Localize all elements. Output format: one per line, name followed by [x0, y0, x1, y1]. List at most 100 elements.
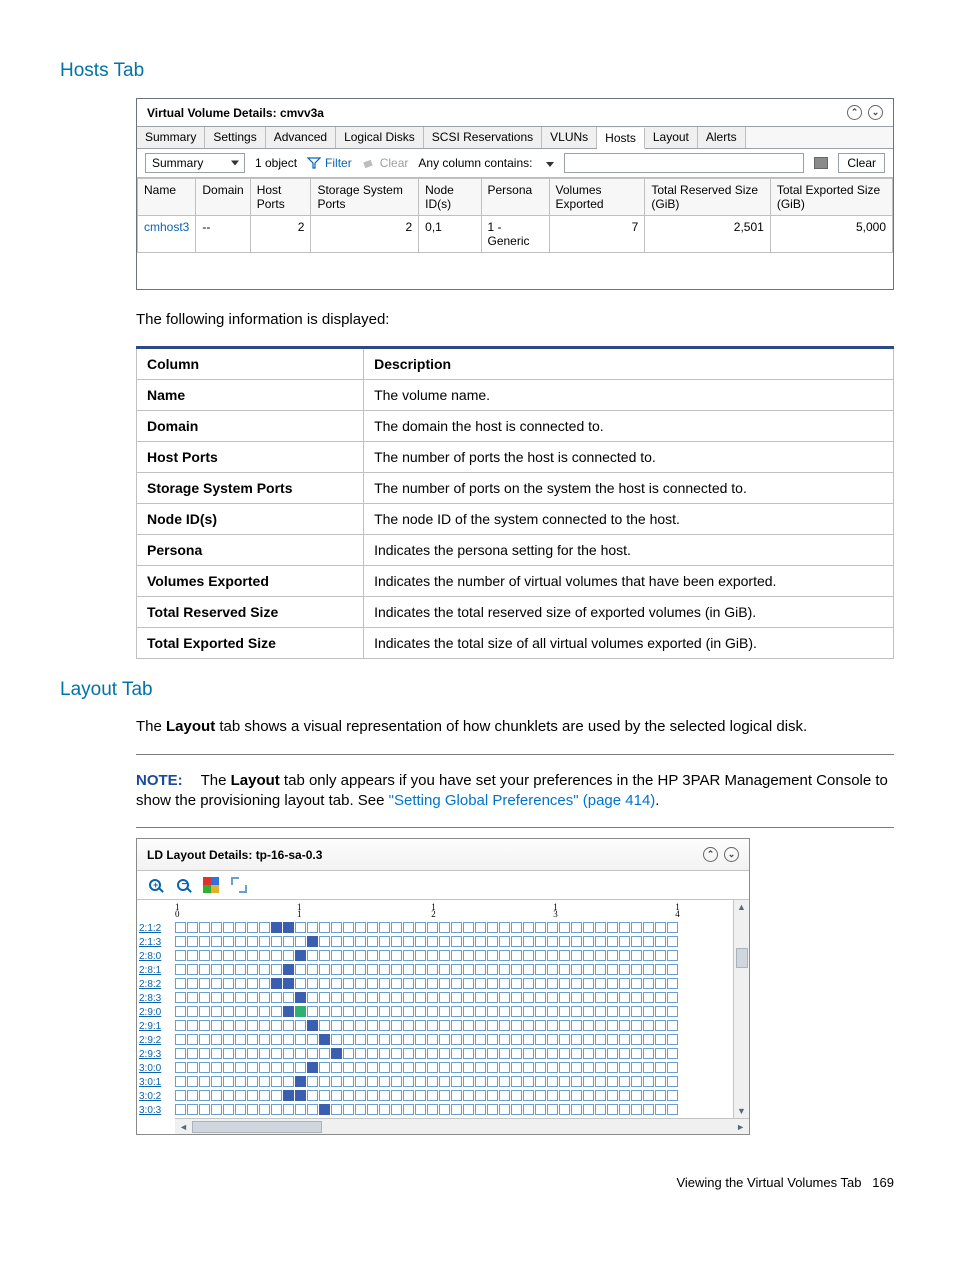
ld-cell[interactable] [415, 950, 426, 961]
ld-cell[interactable] [667, 1034, 678, 1045]
ld-cell[interactable] [355, 1048, 366, 1059]
ld-cell[interactable] [655, 964, 666, 975]
ld-cell[interactable] [379, 1020, 390, 1031]
ld-cell[interactable] [343, 964, 354, 975]
ld-row-label[interactable]: 3:0:3 [139, 1104, 175, 1118]
ld-cell[interactable] [367, 1034, 378, 1045]
ld-cell[interactable] [223, 1020, 234, 1031]
col-header[interactable]: Domain [196, 179, 250, 216]
ld-cell[interactable] [499, 950, 510, 961]
ld-cell[interactable] [451, 964, 462, 975]
ld-cell[interactable] [475, 978, 486, 989]
ld-cell[interactable] [355, 1020, 366, 1031]
ld-cell[interactable] [439, 1020, 450, 1031]
ld-cell[interactable] [427, 1006, 438, 1017]
ld-cell[interactable] [475, 1076, 486, 1087]
ld-cell[interactable] [307, 1020, 318, 1031]
ld-cell[interactable] [655, 1090, 666, 1101]
ld-cell[interactable] [307, 1090, 318, 1101]
ld-cell[interactable] [595, 1048, 606, 1059]
ld-cell[interactable] [463, 1006, 474, 1017]
ld-cell[interactable] [667, 922, 678, 933]
ld-cell[interactable] [403, 1076, 414, 1087]
ld-cell[interactable] [211, 992, 222, 1003]
ld-cell[interactable] [271, 1034, 282, 1045]
ld-cell[interactable] [415, 978, 426, 989]
ld-cell[interactable] [487, 1048, 498, 1059]
ld-cell[interactable] [607, 1062, 618, 1073]
ld-cell[interactable] [595, 1104, 606, 1115]
ld-cell[interactable] [571, 992, 582, 1003]
ld-cell[interactable] [463, 1020, 474, 1031]
ld-cell[interactable] [595, 1020, 606, 1031]
ld-cell[interactable] [595, 1062, 606, 1073]
ld-cell[interactable] [583, 1104, 594, 1115]
ld-cell[interactable] [247, 1006, 258, 1017]
ld-cell[interactable] [283, 936, 294, 947]
ld-cell[interactable] [655, 1048, 666, 1059]
ld-cell[interactable] [619, 992, 630, 1003]
ld-cell[interactable] [307, 922, 318, 933]
ld-cell[interactable] [355, 1034, 366, 1045]
ld-cell[interactable] [439, 936, 450, 947]
ld-cell[interactable] [451, 936, 462, 947]
ld-cell[interactable] [319, 1104, 330, 1115]
ld-cell[interactable] [583, 1062, 594, 1073]
ld-cell[interactable] [319, 992, 330, 1003]
ld-cell[interactable] [571, 922, 582, 933]
ld-cell[interactable] [571, 1104, 582, 1115]
ld-cell[interactable] [187, 1062, 198, 1073]
ld-cell[interactable] [259, 936, 270, 947]
ld-cell[interactable] [199, 978, 210, 989]
ld-cell[interactable] [439, 950, 450, 961]
ld-cell[interactable] [499, 1048, 510, 1059]
ld-cell[interactable] [235, 922, 246, 933]
tab-summary[interactable]: Summary [137, 127, 205, 148]
ld-cell[interactable] [631, 1062, 642, 1073]
ld-cell[interactable] [511, 936, 522, 947]
ld-cell[interactable] [331, 950, 342, 961]
ld-cell[interactable] [523, 1090, 534, 1101]
ld-cell[interactable] [451, 1104, 462, 1115]
col-header[interactable]: Total Exported Size (GiB) [770, 179, 892, 216]
ld-cell[interactable] [511, 1048, 522, 1059]
ld-cell[interactable] [331, 1062, 342, 1073]
view-dropdown[interactable]: Summary [145, 153, 245, 173]
ld-cell[interactable] [403, 1006, 414, 1017]
ld-cell[interactable] [295, 1090, 306, 1101]
ld-cell[interactable] [643, 1062, 654, 1073]
ld-cell[interactable] [391, 1048, 402, 1059]
ld-cell[interactable] [547, 1076, 558, 1087]
ld-cell[interactable] [319, 1020, 330, 1031]
ld-cell[interactable] [631, 1104, 642, 1115]
scroll-thumb[interactable] [192, 1121, 322, 1133]
ld-cell[interactable] [523, 1048, 534, 1059]
ld-cell[interactable] [547, 1034, 558, 1045]
ld-cell[interactable] [547, 922, 558, 933]
ld-cell[interactable] [559, 1104, 570, 1115]
ld-cell[interactable] [247, 978, 258, 989]
ld-cell[interactable] [439, 992, 450, 1003]
ld-cell[interactable] [463, 1104, 474, 1115]
ld-cell[interactable] [667, 1048, 678, 1059]
ld-cell[interactable] [247, 936, 258, 947]
ld-cell[interactable] [607, 992, 618, 1003]
ld-cell[interactable] [355, 978, 366, 989]
ld-cell[interactable] [367, 1076, 378, 1087]
ld-cell[interactable] [307, 1076, 318, 1087]
ld-cell[interactable] [391, 1104, 402, 1115]
ld-row-label[interactable]: 2:8:1 [139, 964, 175, 978]
ld-cell[interactable] [271, 964, 282, 975]
ld-cell[interactable] [187, 1020, 198, 1031]
ld-cell[interactable] [619, 964, 630, 975]
ld-cell[interactable] [259, 1076, 270, 1087]
ld-cell[interactable] [175, 1020, 186, 1031]
ld-cell[interactable] [643, 1090, 654, 1101]
ld-cell[interactable] [511, 1034, 522, 1045]
ld-cell[interactable] [259, 1006, 270, 1017]
ld-cell[interactable] [571, 1062, 582, 1073]
ld-cell[interactable] [259, 1034, 270, 1045]
ld-cell[interactable] [463, 950, 474, 961]
ld-cell[interactable] [175, 1048, 186, 1059]
ld-cell[interactable] [631, 1048, 642, 1059]
